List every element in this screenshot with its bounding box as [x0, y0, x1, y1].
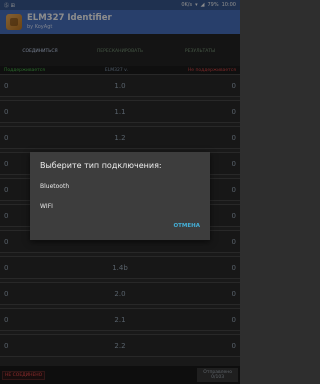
cancel-button[interactable]: ОТМЕНА [173, 223, 200, 229]
connection-type-dialog: Выберите тип подключения: Bluetooth WIFI… [30, 152, 210, 240]
dialog-title: Выберите тип подключения: [40, 161, 162, 170]
option-wifi[interactable]: WIFI [40, 203, 53, 210]
option-bluetooth[interactable]: Bluetooth [40, 183, 69, 190]
